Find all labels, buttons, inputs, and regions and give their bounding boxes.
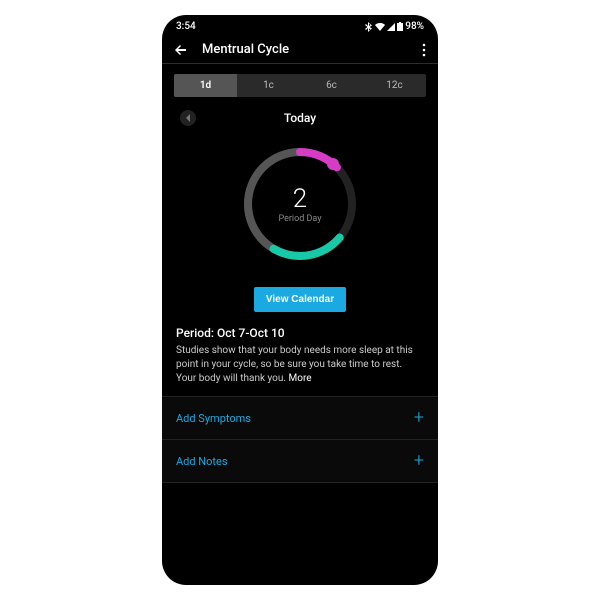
status-bar: 3:54 98% — [162, 15, 438, 34]
status-time: 3:54 — [176, 21, 196, 32]
signal-icon — [387, 23, 395, 31]
page-title: Mentrual Cycle — [202, 42, 422, 57]
plus-icon: + — [414, 452, 424, 470]
day-label: Today — [284, 111, 316, 125]
period-day-label: Period Day — [278, 214, 321, 224]
tab-1d[interactable]: 1d — [174, 74, 237, 97]
view-calendar-button[interactable]: View Calendar — [254, 287, 346, 312]
add-notes-label: Add Notes — [176, 455, 228, 468]
phone-frame: 3:54 98% Mentrual Cycle 1d 1c — [162, 15, 438, 585]
add-symptoms-label: Add Symptoms — [176, 412, 251, 425]
ring-center: 2 Period Day — [235, 139, 365, 269]
cycle-ring: 2 Period Day — [162, 139, 438, 269]
tab-6c[interactable]: 6c — [300, 74, 363, 97]
plus-icon: + — [414, 409, 424, 427]
tab-1c[interactable]: 1c — [237, 74, 300, 97]
back-icon[interactable] — [174, 43, 188, 57]
period-info: Period: Oct 7-Oct 10 Studies show that y… — [162, 312, 438, 396]
day-row: Today — [162, 111, 438, 125]
add-notes-row[interactable]: Add Notes + — [162, 440, 438, 483]
bluetooth-icon — [365, 22, 373, 32]
prev-day-button[interactable] — [180, 110, 196, 126]
battery-icon — [397, 22, 403, 31]
period-day-number: 2 — [293, 184, 307, 214]
period-range: Period: Oct 7-Oct 10 — [176, 326, 424, 340]
battery-percent: 98% — [405, 21, 424, 32]
more-link[interactable]: More — [289, 373, 312, 384]
period-description: Studies show that your body needs more s… — [176, 344, 424, 386]
app-bar: Mentrual Cycle — [162, 34, 438, 64]
add-symptoms-row[interactable]: Add Symptoms + — [162, 396, 438, 440]
more-icon[interactable] — [422, 43, 426, 57]
tab-12c[interactable]: 12c — [363, 74, 426, 97]
range-tabs: 1d 1c 6c 12c — [174, 74, 426, 97]
status-right: 98% — [365, 21, 424, 32]
wifi-icon — [375, 23, 385, 31]
